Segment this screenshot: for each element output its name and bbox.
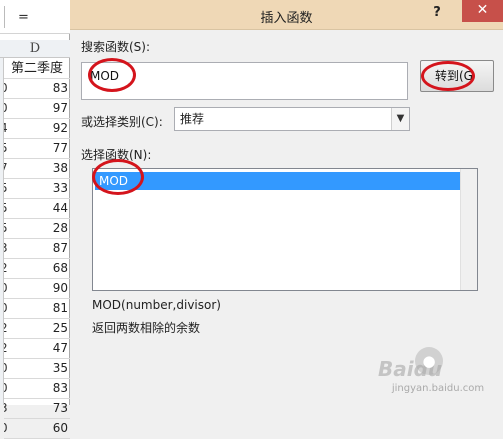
help-button[interactable]: ? [425, 3, 449, 25]
cell[interactable]: 0 97 [4, 99, 70, 119]
cell-value: 90 [52, 281, 68, 295]
cell-prev-column-fragment: 5 [4, 179, 8, 198]
cell-value: 87 [52, 241, 68, 255]
cell-value: 60 [52, 421, 68, 435]
cell[interactable]: 0 83 [4, 379, 70, 399]
cell-value: 68 [52, 261, 68, 275]
cell[interactable]: 7 38 [4, 159, 70, 179]
cell-value: 33 [52, 181, 68, 195]
cell[interactable]: 2 25 [4, 319, 70, 339]
cell[interactable]: 5 44 [4, 199, 70, 219]
spreadsheet: = D 第二季度 0830974925777385335445283872680… [0, 0, 70, 439]
formula-bar[interactable]: = [0, 0, 70, 34]
cell-prev-column-fragment: 0 [4, 379, 8, 398]
function-list-item-mod[interactable]: MOD [95, 172, 475, 190]
cell-value: 35 [52, 361, 68, 375]
cell[interactable]: 0 81 [4, 299, 70, 319]
cell[interactable]: 5 77 [4, 139, 70, 159]
category-selected-value: 推荐 [180, 112, 205, 126]
cell-prev-column-fragment: 0 [4, 99, 8, 118]
cell[interactable]: 0 83 [4, 79, 70, 99]
cell-value: 77 [52, 141, 68, 155]
cell-value: 92 [52, 121, 68, 135]
cell[interactable]: 5 33 [4, 179, 70, 199]
cell[interactable]: 4 92 [4, 119, 70, 139]
function-description: 返回两数相除的余数 [92, 321, 201, 335]
insert-function-dialog: 插入函数 ? ✕ 搜索函数(S): MOD 转到(G 或选择类别(C): 推荐 … [70, 0, 503, 405]
function-signature: MOD(number,divisor) [92, 298, 221, 312]
cell[interactable]: 0 90 [4, 279, 70, 299]
function-list[interactable]: MOD [92, 168, 478, 291]
function-list-scrollbar[interactable] [460, 169, 477, 290]
column-header-d[interactable]: D [0, 40, 70, 58]
cell[interactable]: 3 87 [4, 239, 70, 259]
cell-prev-column-fragment: 0 [4, 419, 8, 438]
cell-value: 47 [52, 341, 68, 355]
cell-value: 83 [52, 81, 68, 95]
cell-value: 73 [52, 401, 68, 415]
cell[interactable]: 2 68 [4, 259, 70, 279]
cell-value: 83 [52, 381, 68, 395]
cell-value: 44 [52, 201, 68, 215]
cell-prev-column-fragment: 0 [4, 359, 8, 378]
cell-prev-column-fragment: 2 [4, 339, 8, 358]
search-function-input[interactable]: MOD [81, 62, 408, 100]
cell-value: 38 [52, 161, 68, 175]
cell-prev-column-fragment: 0 [4, 279, 8, 298]
cell-prev-column-fragment: 2 [4, 259, 8, 278]
category-select[interactable]: 推荐 ▼ [174, 107, 410, 131]
formula-equals-sign: = [18, 10, 29, 25]
cell[interactable]: 0 35 [4, 359, 70, 379]
formula-separator [4, 6, 5, 28]
cell-value: 97 [52, 101, 68, 115]
cell[interactable]: 3 73 [4, 399, 70, 419]
cell-value: 28 [52, 221, 68, 235]
cell-prev-column-fragment: 7 [4, 159, 8, 178]
cell-prev-column-fragment: 2 [4, 319, 8, 338]
cell-prev-column-fragment: 5 [4, 219, 8, 238]
dialog-titlebar: 插入函数 ? ✕ [70, 0, 503, 30]
cell-prev-column-fragment: 3 [4, 239, 8, 258]
cell-prev-column-fragment: 3 [4, 399, 8, 418]
cell[interactable]: 0 60 [4, 419, 70, 439]
go-button[interactable]: 转到(G [420, 60, 494, 92]
category-label: 或选择类别(C): [81, 115, 163, 129]
search-function-label: 搜索函数(S): [81, 40, 151, 54]
cell-prev-column-fragment: 0 [4, 79, 8, 98]
close-button[interactable]: ✕ [462, 0, 503, 22]
cell-value: 25 [52, 321, 68, 335]
cell-prev-column-fragment: 5 [4, 139, 8, 158]
cell[interactable]: 2 47 [4, 339, 70, 359]
function-list-label: 选择函数(N): [81, 148, 152, 162]
cell-prev-column-fragment: 4 [4, 119, 8, 138]
cell-prev-column-fragment: 0 [4, 299, 8, 318]
chevron-down-icon[interactable]: ▼ [391, 108, 409, 130]
cell[interactable]: 5 28 [4, 219, 70, 239]
cell-value: 81 [52, 301, 68, 315]
header-cell[interactable]: 第二季度 [4, 59, 70, 79]
cell-prev-column-fragment: 5 [4, 199, 8, 218]
